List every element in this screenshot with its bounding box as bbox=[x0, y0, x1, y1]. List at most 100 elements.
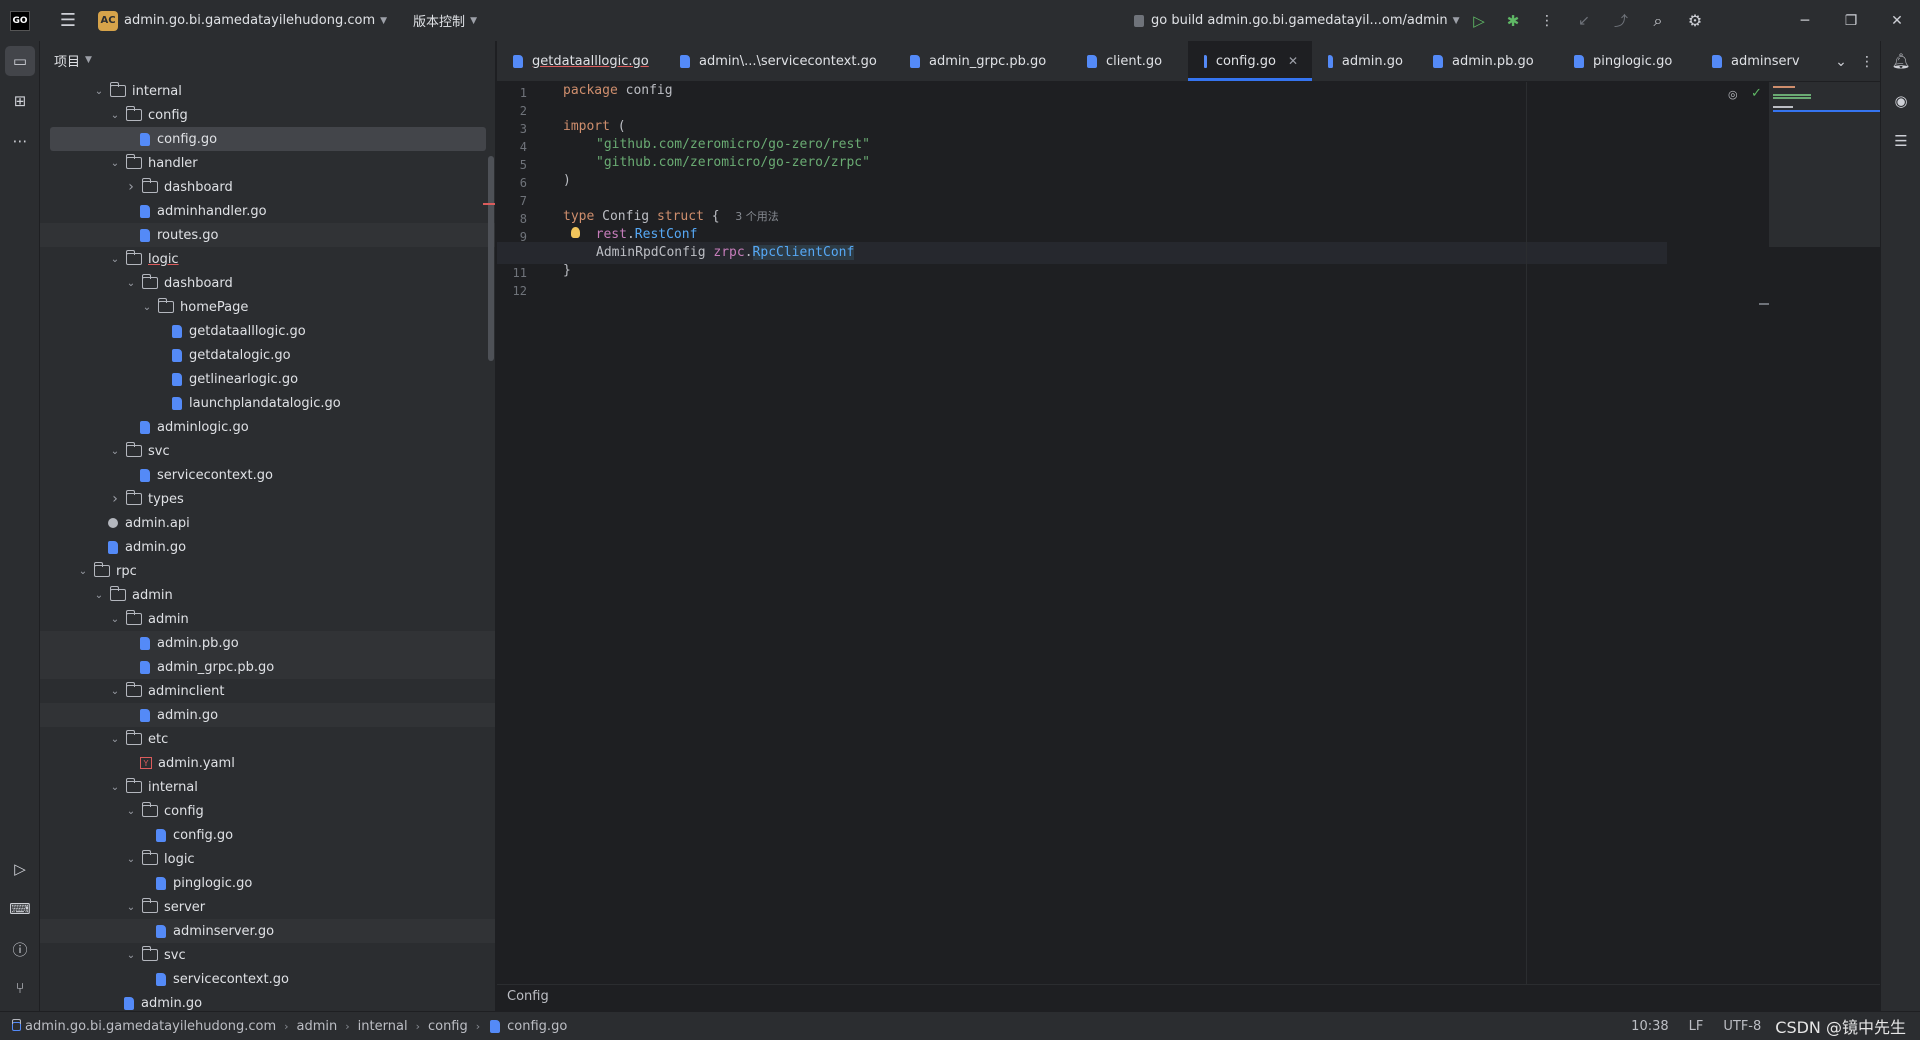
tree-folder[interactable]: ⌄ logic bbox=[40, 247, 495, 271]
tree-file[interactable]: getdatalogic.go bbox=[40, 343, 495, 367]
path-segment[interactable]: config.go bbox=[507, 1019, 567, 1034]
run-icon[interactable]: ▷ bbox=[1462, 0, 1496, 41]
chevron-down-icon[interactable]: ⌄ bbox=[92, 86, 106, 97]
line-separator[interactable]: LF bbox=[1689, 1019, 1704, 1034]
vcs-menu[interactable]: 版本控制 ▼ bbox=[407, 11, 477, 30]
vcs-update-icon[interactable]: ↙ bbox=[1564, 0, 1604, 41]
hamburger-menu-icon[interactable]: ☰ bbox=[48, 0, 88, 41]
editor-breadcrumb[interactable]: Config bbox=[497, 984, 1880, 1008]
project-selector[interactable]: AC admin.go.bi.gamedatayilehudong.com ▼ bbox=[88, 10, 387, 31]
chevron-down-icon[interactable]: ⌄ bbox=[124, 902, 138, 913]
tree-file[interactable]: adminlogic.go bbox=[40, 415, 495, 439]
tree-file[interactable]: pinglogic.go bbox=[40, 871, 495, 895]
tree-folder[interactable]: ⌄ svc bbox=[40, 439, 495, 463]
project-panel-header[interactable]: 项目 ▼ bbox=[40, 41, 495, 79]
path-segment[interactable]: internal bbox=[358, 1019, 408, 1034]
tree-file[interactable]: admin.go bbox=[40, 991, 495, 1011]
tree-folder[interactable]: ⌄ admin bbox=[40, 607, 495, 631]
tree-file[interactable]: admin.go bbox=[40, 703, 495, 727]
debug-icon[interactable]: ✱ bbox=[1496, 0, 1530, 41]
tree-file[interactable]: admin.api bbox=[40, 511, 495, 535]
tab-pinglogic-go[interactable]: pinglogic.go bbox=[1558, 41, 1696, 81]
more-icon[interactable]: ⋮ bbox=[1530, 0, 1564, 41]
tree-folder[interactable]: ⌄ dashboard bbox=[40, 271, 495, 295]
chevron-down-icon[interactable]: ⌄ bbox=[108, 782, 122, 793]
tree-folder[interactable]: ⌄ server bbox=[40, 895, 495, 919]
tree-folder[interactable]: ⌄ homePage bbox=[40, 295, 495, 319]
tree-file[interactable]: adminhandler.go bbox=[40, 199, 495, 223]
tree-folder[interactable]: ⌄ handler bbox=[40, 151, 495, 175]
code-editor[interactable]: 123456789101112 package config import ( … bbox=[497, 82, 1880, 1008]
tree-folder[interactable]: ⌄ etc bbox=[40, 727, 495, 751]
notifications-icon[interactable]: 🔔︎ bbox=[1886, 46, 1916, 76]
usages-hint[interactable]: 3 个用法 bbox=[735, 210, 779, 223]
run-config-selector[interactable]: go build admin.go.bi.gamedatayil...om/ad… bbox=[1134, 0, 1460, 41]
tab-config-go[interactable]: config.go ✕ bbox=[1188, 41, 1312, 81]
tree-file[interactable]: config.go bbox=[40, 823, 495, 847]
chevron-down-icon[interactable]: ⌄ bbox=[140, 302, 154, 313]
tree-file[interactable]: config.go bbox=[50, 127, 486, 151]
chevron-right-icon[interactable]: › bbox=[124, 179, 138, 195]
tab-getdataalllogic-go[interactable]: getdataalllogic.go bbox=[497, 41, 664, 81]
chevron-right-icon[interactable]: › bbox=[108, 491, 122, 507]
tree-folder[interactable]: ⌄ rpc bbox=[40, 559, 495, 583]
tree-folder[interactable]: ⌄ logic bbox=[40, 847, 495, 871]
tree-file[interactable]: adminserver.go bbox=[40, 919, 495, 943]
tree-folder[interactable]: ⌄ svc bbox=[40, 943, 495, 967]
tree-file[interactable]: routes.go bbox=[40, 223, 495, 247]
tree-file[interactable]: admin.go bbox=[40, 535, 495, 559]
minimize-button[interactable]: ─ bbox=[1782, 0, 1828, 41]
chevron-down-icon[interactable]: ⌄ bbox=[108, 614, 122, 625]
ai-assistant-icon[interactable]: ◉ bbox=[1886, 86, 1916, 116]
search-icon[interactable]: ⌕ bbox=[1638, 0, 1678, 41]
tree-file[interactable]: launchplandatalogic.go bbox=[40, 391, 495, 415]
database-icon[interactable]: ☰ bbox=[1886, 126, 1916, 156]
no-problems-check-icon[interactable]: ✓ bbox=[1751, 86, 1762, 101]
tree-file[interactable]: servicecontext.go bbox=[40, 463, 495, 487]
chevron-down-icon[interactable]: ⌄ bbox=[124, 806, 138, 817]
tab-admin-grpc-pb-go[interactable]: admin_grpc.pb.go bbox=[894, 41, 1071, 81]
lightbulb-icon[interactable] bbox=[571, 227, 580, 238]
tab-client-go[interactable]: client.go bbox=[1071, 41, 1188, 81]
vcs-push-icon[interactable]: ⤴ bbox=[1604, 0, 1638, 41]
problems-icon[interactable]: ⓘ bbox=[5, 934, 35, 964]
tree-folder[interactable]: ⌄ config bbox=[40, 103, 495, 127]
tree-folder[interactable]: › types bbox=[40, 487, 495, 511]
tree-file[interactable]: getlinearlogic.go bbox=[40, 367, 495, 391]
chevron-down-icon[interactable]: ⌄ bbox=[108, 254, 122, 265]
code-area[interactable]: package config import ( "github.com/zero… bbox=[497, 82, 1880, 984]
path-segment[interactable]: config bbox=[428, 1019, 468, 1034]
more-tools-icon[interactable]: ⋯ bbox=[5, 126, 35, 156]
chevron-down-icon[interactable]: ⌄ bbox=[124, 854, 138, 865]
path-segment[interactable]: admin.go.bi.gamedatayilehudong.com bbox=[25, 1019, 276, 1034]
tree-folder[interactable]: ⌄ internal bbox=[40, 775, 495, 799]
tab-admin-go[interactable]: admin.go bbox=[1312, 41, 1417, 81]
tree-folder[interactable]: ⌄ internal bbox=[40, 79, 495, 103]
chevron-down-icon[interactable]: ⌄ bbox=[108, 158, 122, 169]
chevron-down-icon[interactable]: ⌄ bbox=[108, 686, 122, 697]
structure-icon[interactable]: ⊞ bbox=[5, 86, 35, 116]
close-tab-icon[interactable]: ✕ bbox=[1288, 54, 1298, 68]
close-window-button[interactable]: ✕ bbox=[1874, 0, 1920, 41]
tree-folder[interactable]: ⌄ admin bbox=[40, 583, 495, 607]
chevron-down-icon[interactable]: ⌄ bbox=[124, 278, 138, 289]
cursor-position[interactable]: 10:38 bbox=[1631, 1019, 1668, 1034]
tree-folder[interactable]: ⌄ config bbox=[40, 799, 495, 823]
services-icon[interactable]: ▷ bbox=[5, 854, 35, 884]
chevron-down-icon[interactable]: ⌄ bbox=[124, 950, 138, 961]
file-encoding[interactable]: UTF-8 bbox=[1723, 1019, 1761, 1034]
chevron-down-icon[interactable]: ⌄ bbox=[108, 446, 122, 457]
tree-file[interactable]: getdataalllogic.go bbox=[40, 319, 495, 343]
tab-admin-servicecontext-go[interactable]: admin\...\servicecontext.go bbox=[664, 41, 894, 81]
scrollbar[interactable] bbox=[488, 156, 494, 361]
tree-file[interactable]: admin_grpc.pb.go bbox=[40, 655, 495, 679]
tab-more-icon[interactable]: ⋮ bbox=[1854, 41, 1880, 81]
chevron-down-icon[interactable]: ⌄ bbox=[76, 566, 90, 577]
restore-button[interactable]: ❐ bbox=[1828, 0, 1874, 41]
tree-folder[interactable]: ⌄ adminclient bbox=[40, 679, 495, 703]
git-icon[interactable]: ⑂ bbox=[5, 973, 35, 1003]
chevron-down-icon[interactable]: ⌄ bbox=[108, 110, 122, 121]
tree-file[interactable]: Yadmin.yaml bbox=[40, 751, 495, 775]
terminal-icon[interactable]: ⌨ bbox=[5, 894, 35, 924]
tab-list-chevron-icon[interactable]: ⌄ bbox=[1828, 41, 1854, 81]
